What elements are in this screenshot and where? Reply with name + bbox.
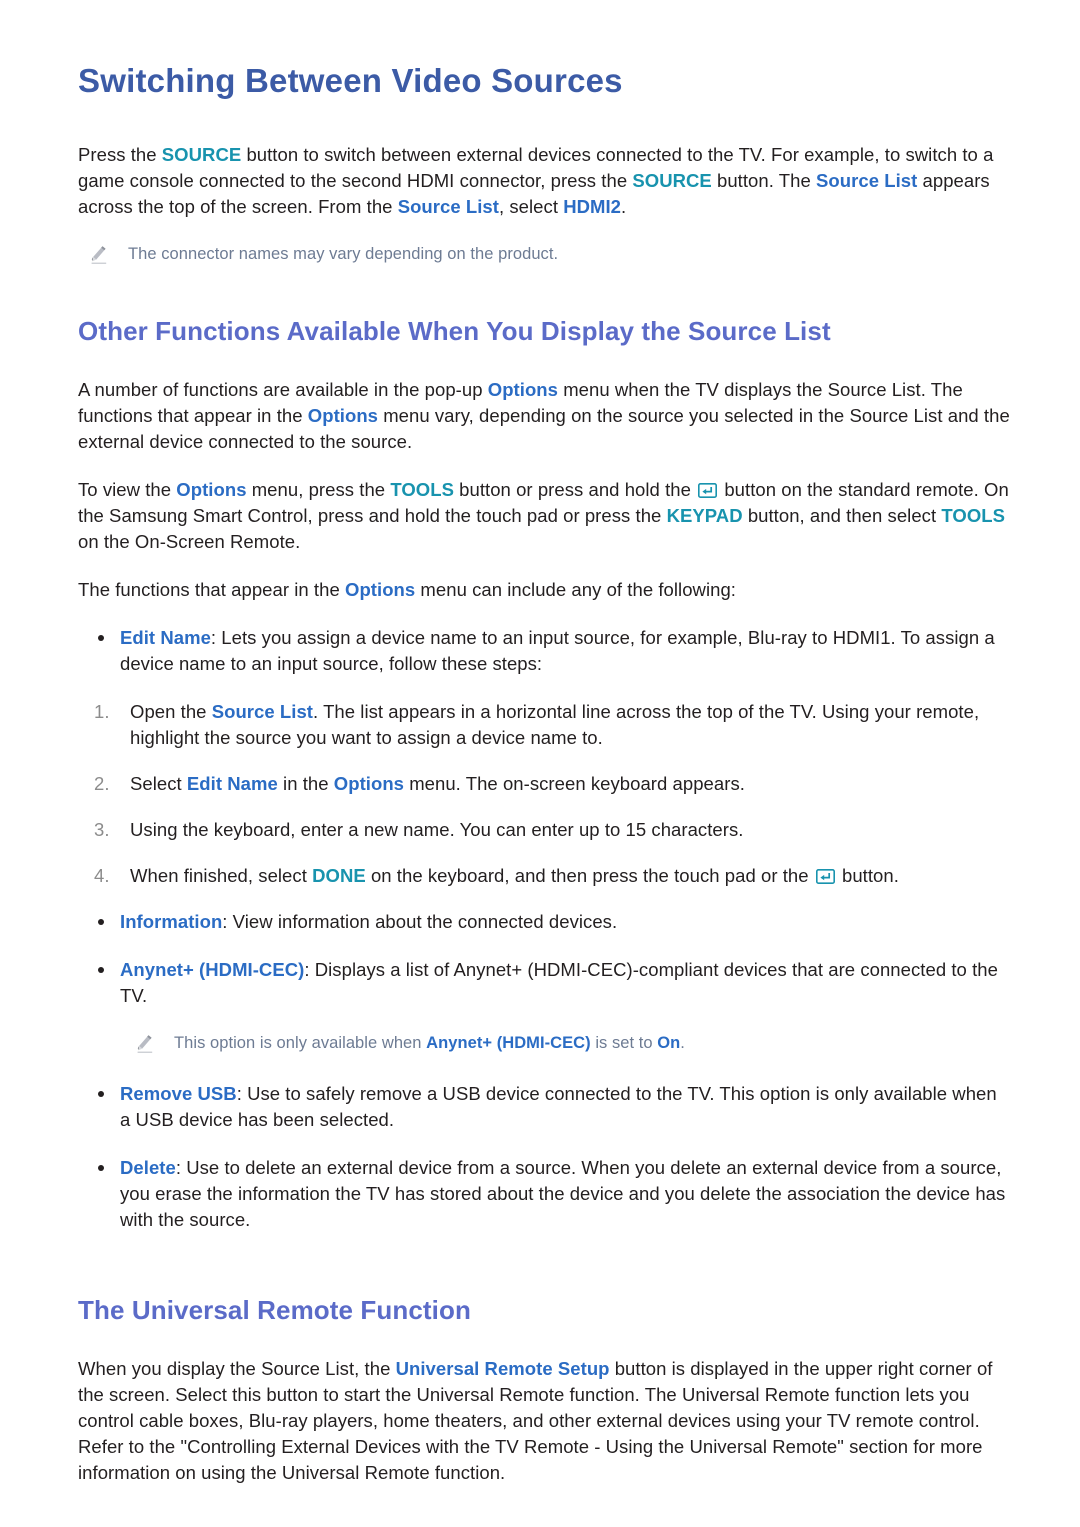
keyword-source-list-2: Source List [397, 195, 499, 217]
intro-paragraph: Press the SOURCE button to switch betwee… [78, 142, 1010, 220]
keyword-hdmi2: HDMI2 [563, 195, 622, 217]
other-functions-paragraph-1: A number of functions are available in t… [78, 377, 1010, 455]
keyword-anynet-note: Anynet+ (HDMI-CEC) [426, 1034, 591, 1053]
other-functions-paragraph-3: The functions that appear in the Options… [78, 577, 1010, 603]
note-a: This option is only available when [174, 1034, 427, 1053]
step2-text-a: Select [130, 773, 187, 795]
p3-text-a: The functions that appear in the [78, 579, 345, 601]
keyword-tools-2: TOOLS [941, 505, 1005, 527]
keyword-on: On [657, 1034, 681, 1053]
options-bullet-list-bottom: Information: View information about the … [78, 909, 1010, 1009]
list-item-anynet: Anynet+ (HDMI-CEC): Displays a list of A… [78, 957, 1010, 1009]
p2-text-a: To view the [78, 479, 177, 501]
pencil-icon [88, 244, 110, 266]
ur-text-a: When you display the Source List, the [78, 1358, 396, 1380]
other-functions-paragraph-2: To view the Options menu, press the TOOL… [78, 477, 1010, 555]
edit-name-text: : Lets you assign a device name to an in… [120, 627, 995, 675]
note-text: The connector names may vary depending o… [128, 244, 559, 263]
keyword-tools-1: TOOLS [390, 479, 454, 501]
p2-text-b: menu, press the [246, 479, 391, 501]
keyword-edit-name: Edit Name [120, 627, 211, 649]
step4-text-c: button. [836, 865, 899, 887]
keyword-options-3: Options [176, 479, 247, 501]
pencil-icon-2 [134, 1033, 156, 1055]
keyword-options-1: Options [487, 379, 558, 401]
intro-text-c: button. The [711, 169, 817, 191]
step2-text-c: menu. The on-screen keyboard appears. [404, 773, 745, 795]
intro-text-e: , select [499, 195, 564, 217]
keyword-delete: Delete [120, 1157, 176, 1179]
p2-text-e: button, and then select [742, 505, 942, 527]
page-title: Switching Between Video Sources [78, 62, 623, 99]
note-text-anynet: This option is only available when Anyne… [174, 1031, 685, 1055]
keyword-done: DONE [312, 865, 366, 887]
list-item-information: Information: View information about the … [78, 909, 1010, 935]
list-item-step-3: 3. Using the keyboard, enter a new name. … [78, 817, 1010, 843]
section-heading-other-functions: Other Functions Available When You Displ… [78, 315, 831, 346]
step3-text-a: Using the keyboard, enter a new name. Yo… [130, 819, 744, 841]
intro-text-f: . [621, 195, 627, 217]
step-number-4: 4. [94, 865, 110, 887]
list-item-step-1: 1. Open the Source List. The list appears… [78, 699, 1010, 751]
keyword-options-4: Options [345, 579, 416, 601]
keyword-options-2: Options [307, 405, 379, 427]
note-c: . [680, 1034, 685, 1053]
keyword-source-list-1: Source List [816, 169, 918, 191]
document-page: Switching Between Video Sources Press th… [0, 0, 1080, 1527]
step4-text-a: When finished, select [130, 865, 313, 887]
step-number-3: 3. [94, 819, 110, 841]
p2-text-c: button or press and hold the [453, 479, 697, 501]
keyword-options-5: Options [333, 773, 405, 795]
keyword-source-list-3: Source List [211, 701, 314, 723]
remove-usb-text: : Use to safely remove a USB device conn… [120, 1083, 997, 1131]
step-number-2: 2. [94, 773, 110, 795]
options-bullet-list-tail: Remove USB: Use to safely remove a USB d… [78, 1081, 1010, 1233]
enter-key-icon-2 [815, 865, 835, 885]
delete-text: : Use to delete an external device from … [120, 1157, 1006, 1231]
keyword-edit-name-2: Edit Name [186, 773, 278, 795]
keyword-source-2: SOURCE [632, 169, 712, 191]
p-text-a: A number of functions are available in t… [78, 379, 488, 401]
list-item-remove-usb: Remove USB: Use to safely remove a USB d… [78, 1081, 1010, 1133]
step-number-1: 1. [94, 701, 110, 723]
keyword-source-1: SOURCE [161, 143, 242, 165]
p2-text-f: on the On-Screen Remote. [78, 531, 301, 553]
information-text: : View information about the connected d… [222, 911, 618, 933]
universal-remote-paragraph: When you display the Source List, the Un… [78, 1356, 1010, 1486]
step1-text-a: Open the [130, 701, 212, 723]
note-connector-names: The connector names may vary depending o… [78, 242, 1010, 266]
note-anynet-availability: This option is only available when Anyne… [78, 1031, 1010, 1055]
section-heading-universal-remote: The Universal Remote Function [78, 1295, 471, 1326]
keyword-keypad: KEYPAD [666, 505, 743, 527]
keyword-remove-usb: Remove USB [120, 1083, 237, 1105]
keyword-information: Information [120, 911, 223, 933]
list-item-step-2: 2. Select Edit Name in the Options menu. … [78, 771, 1010, 797]
note-b: is set to [590, 1034, 658, 1053]
list-item-delete: Delete: Use to delete an external device… [78, 1155, 1010, 1233]
list-item-edit-name: Edit Name: Lets you assign a device name… [78, 625, 1010, 677]
intro-text-a: Press the [78, 143, 162, 165]
edit-name-steps: 1. Open the Source List. The list appears… [78, 699, 1010, 889]
p3-text-b: menu can include any of the following: [415, 579, 736, 601]
step2-text-b: in the [277, 773, 334, 795]
keyword-universal-remote-setup: Universal Remote Setup [395, 1358, 610, 1380]
step4-text-b: on the keyboard, and then press the touc… [365, 865, 814, 887]
keyword-anynet: Anynet+ (HDMI-CEC) [120, 959, 305, 981]
options-bullet-list-top: Edit Name: Lets you assign a device name… [78, 625, 1010, 677]
list-item-step-4: 4. When finished, select DONE on the keyb… [78, 863, 1010, 889]
enter-key-icon [698, 479, 718, 499]
